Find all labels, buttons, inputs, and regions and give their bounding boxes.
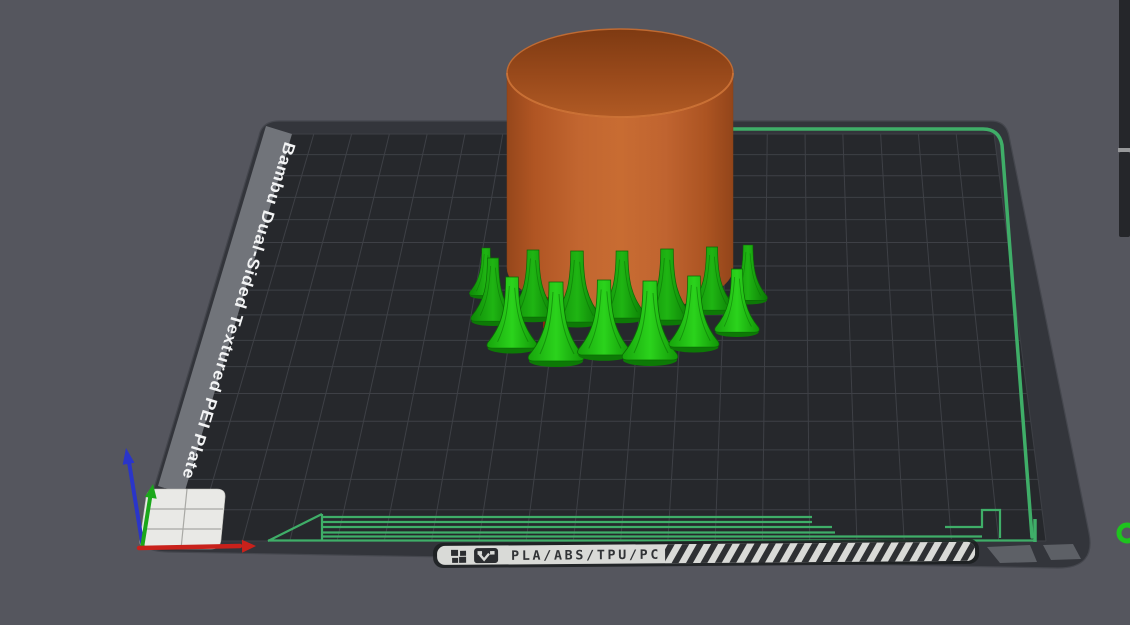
right-edge-panel	[1118, 0, 1130, 237]
scene-3d[interactable]: Bambu Dual-Sided Textured PEI Plate PLA/…	[0, 0, 1130, 625]
hazard-stripes	[664, 541, 976, 564]
qr-badge-icon	[474, 548, 499, 564]
plate-front-label: PLA/ABS/TPU/PC	[511, 548, 661, 564]
slicer-viewport[interactable]: Bambu Dual-Sided Textured PEI Plate PLA/…	[0, 0, 1130, 625]
plate-front-plaque: PLA/ABS/TPU/PC	[433, 538, 980, 568]
